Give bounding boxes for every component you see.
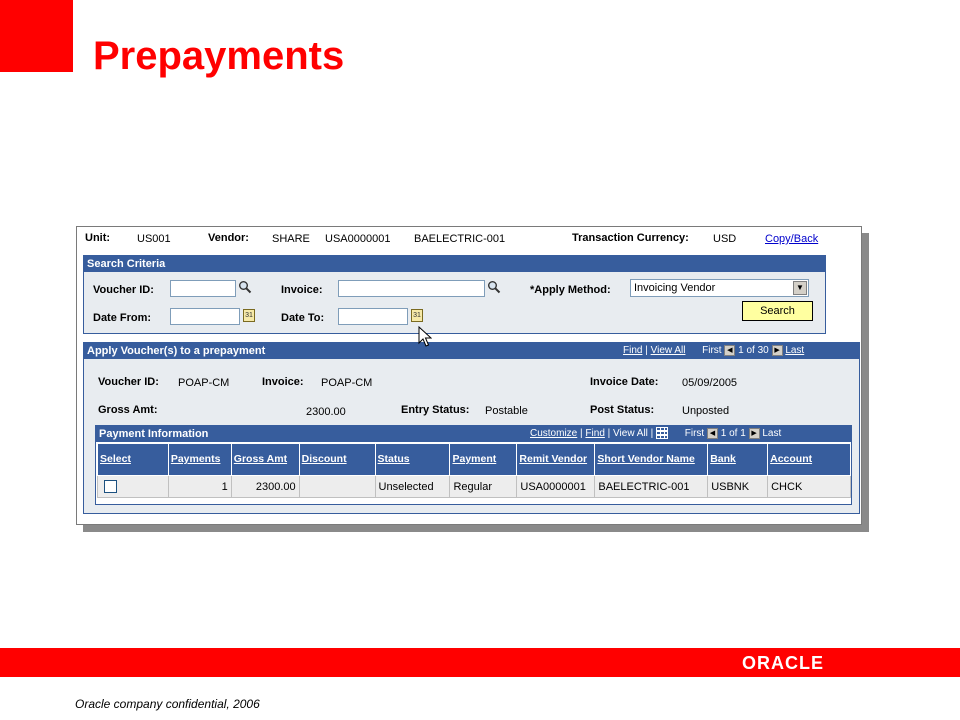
voucher-id-label: Voucher ID:	[98, 376, 159, 388]
payment-information-title: Payment Information	[99, 428, 209, 440]
payment-information-header: Payment Information Customize | Find | V…	[96, 426, 851, 442]
unit-value: US001	[137, 233, 171, 245]
cell-discount	[298, 475, 376, 498]
voucher-id-value: POAP-CM	[178, 377, 230, 389]
col-header-status[interactable]: Status	[374, 443, 451, 476]
unit-label: Unit:	[85, 232, 111, 244]
cell-gross-amt: 2300.00	[230, 475, 300, 498]
date-from-input[interactable]	[170, 308, 240, 325]
entry-status-value: Postable	[485, 405, 528, 417]
voucher-id-input[interactable]	[170, 280, 236, 297]
peoplesoft-page: Unit: US001 Vendor: SHARE USA0000001 BAE…	[76, 226, 862, 525]
apply-vouchers-group: Apply Voucher(s) to a prepayment Find | …	[83, 342, 860, 514]
calendar-icon[interactable]: 31	[411, 309, 423, 322]
col-header-payment[interactable]: Payment	[449, 443, 518, 476]
payment-table: Select Payments Gross Amt Discount Statu…	[97, 443, 851, 498]
vendor-label: Vendor:	[208, 232, 249, 244]
cell-payment: Regular	[449, 475, 518, 498]
first-label: First	[684, 428, 705, 439]
table-row: 1 2300.00 Unselected Regular USA0000001 …	[97, 475, 851, 498]
col-header-payments[interactable]: Payments	[167, 443, 232, 476]
apply-vouchers-header: Apply Voucher(s) to a prepayment Find | …	[84, 343, 859, 359]
cell-short-vendor-name: BAELECTRIC-001	[594, 475, 709, 498]
invoice-label: Invoice:	[262, 376, 304, 388]
search-criteria-group: Search Criteria Voucher ID: Invoice: *Ap…	[83, 255, 826, 334]
last-label: Last	[762, 428, 782, 439]
search-button[interactable]: Search	[742, 301, 813, 321]
apply-method-value: Invoicing Vendor	[634, 282, 716, 294]
oracle-logo-text: ORACLE	[742, 653, 824, 673]
cell-select	[97, 475, 169, 498]
invoice-label: Invoice:	[281, 284, 323, 296]
cell-account: CHCK	[767, 475, 851, 498]
invoice-value: POAP-CM	[321, 377, 373, 389]
vendor-setid: SHARE	[272, 233, 310, 245]
gross-amt-label: Gross Amt:	[98, 404, 158, 416]
gross-amt-value: 2300.00	[306, 406, 346, 418]
cell-payments: 1	[167, 475, 232, 498]
calendar-icon[interactable]: 31	[243, 309, 255, 322]
next-arrow-icon[interactable]: ▶	[748, 427, 760, 439]
separator: |	[645, 345, 648, 356]
mouse-cursor-icon	[418, 326, 432, 347]
col-header-remit-vendor[interactable]: Remit Vendor	[516, 443, 596, 476]
cell-remit-vendor: USA0000001	[516, 475, 596, 498]
oracle-logo: ORACLE	[742, 653, 824, 673]
cell-bank: USBNK	[707, 475, 769, 498]
apply-method-select[interactable]: Invoicing Vendor ▼	[630, 279, 809, 297]
cell-status: Unselected	[374, 475, 451, 498]
footer-confidential: Oracle company confidential, 2006	[75, 697, 260, 711]
slide-title: Prepayments	[93, 34, 345, 78]
apply-nav: Find | View All First ◀ 1 of 30 ▶ Last	[623, 344, 804, 358]
voucher-lookup-icon[interactable]	[238, 280, 252, 294]
separator: |	[580, 428, 583, 439]
currency-value: USD	[713, 233, 737, 245]
post-status-value: Unposted	[682, 405, 730, 417]
next-arrow-icon[interactable]: ▶	[771, 344, 783, 356]
payment-information-grid: Payment Information Customize | Find | V…	[95, 425, 852, 505]
table-header-row: Select Payments Gross Amt Discount Statu…	[97, 443, 851, 476]
vendor-name: BAELECTRIC-001	[414, 233, 506, 245]
customize-link[interactable]: Customize	[530, 428, 577, 439]
chevron-down-icon[interactable]: ▼	[793, 281, 807, 295]
previous-arrow-icon[interactable]: ◀	[706, 427, 718, 439]
pager-text: 1 of 30	[738, 345, 769, 356]
grid-download-icon[interactable]	[656, 427, 669, 440]
search-criteria-title: Search Criteria	[84, 256, 825, 272]
grid-nav: Customize | Find | View All | First ◀ 1 …	[530, 427, 781, 441]
currency-label: Transaction Currency:	[572, 232, 689, 244]
col-header-bank[interactable]: Bank	[707, 443, 769, 476]
voucher-id-label: Voucher ID:	[93, 284, 154, 296]
col-header-select[interactable]: Select	[97, 443, 169, 476]
date-to-label: Date To:	[281, 312, 325, 324]
date-to-input[interactable]	[338, 308, 408, 325]
previous-arrow-icon[interactable]: ◀	[724, 344, 736, 356]
view-all-text: View All	[613, 428, 648, 439]
col-header-gross-amt[interactable]: Gross Amt	[230, 443, 300, 476]
invoice-date-value: 05/09/2005	[682, 377, 738, 389]
separator: |	[607, 428, 611, 439]
entry-status-label: Entry Status:	[401, 404, 470, 416]
separator: |	[650, 428, 654, 439]
invoice-lookup-icon[interactable]	[487, 280, 501, 294]
invoice-date-label: Invoice Date:	[590, 376, 659, 388]
pager-text: 1 of 1	[720, 428, 746, 439]
apply-vouchers-title: Apply Voucher(s) to a prepayment	[87, 345, 266, 357]
view-all-link[interactable]: View All	[651, 345, 686, 356]
copy-back-link[interactable]: Copy/Back	[765, 233, 818, 245]
post-status-label: Post Status:	[590, 404, 655, 416]
vendor-id: USA0000001	[325, 233, 391, 245]
apply-method-label: *Apply Method:	[530, 284, 611, 296]
col-header-short-vendor-name[interactable]: Short Vendor Name	[594, 443, 709, 476]
find-link[interactable]: Find	[623, 345, 642, 356]
invoice-input[interactable]	[338, 280, 485, 297]
col-header-account[interactable]: Account	[767, 443, 851, 476]
col-header-discount[interactable]: Discount	[298, 443, 376, 476]
last-link[interactable]: Last	[785, 345, 804, 356]
red-corner-block	[0, 0, 73, 72]
date-from-label: Date From:	[93, 312, 152, 324]
find-link[interactable]: Find	[585, 428, 604, 439]
select-checkbox[interactable]	[104, 480, 117, 493]
first-label: First	[702, 345, 722, 356]
